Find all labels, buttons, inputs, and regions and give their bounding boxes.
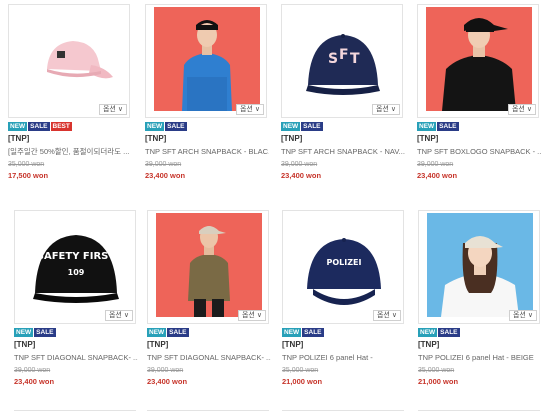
product-card[interactable]: 옵션 ∨ NEW SALE [TNP] TNP SFT ARCH SNAPBACK… xyxy=(145,4,271,180)
product-image[interactable]: 옵션 ∨ xyxy=(417,4,539,118)
product-name[interactable]: TNP SFT ARCH SNAPBACK - NAV... xyxy=(281,147,405,157)
product-name[interactable]: [일주일간 50%할인, 품절이되더라도 ... xyxy=(8,147,132,157)
model-beige-cap-image xyxy=(427,213,533,317)
product-card[interactable]: 옵션 ∨ NEW SALE BEST [TNP] [일주일간 50%할인, 품절이… xyxy=(8,4,134,180)
badge-sale: SALE xyxy=(28,122,50,131)
pink-cap-image xyxy=(17,7,123,111)
chevron-down-icon: ∨ xyxy=(117,105,123,113)
model-black-tee-image xyxy=(426,7,532,111)
svg-text:T: T xyxy=(350,51,360,67)
badge-sale: SALE xyxy=(437,122,459,131)
badge-new: NEW xyxy=(145,122,165,131)
badge-new: NEW xyxy=(417,122,437,131)
badge-sale: SALE xyxy=(302,328,324,337)
svg-text:SAFETY FIRST: SAFETY FIRST xyxy=(37,251,116,262)
product-card[interactable]: S F T 옵션 ∨ NEW SALE [TNP] TNP SFT ARCH SN… xyxy=(281,4,407,180)
badge-sale: SALE xyxy=(301,122,323,131)
product-image[interactable]: S F T 옵션 ∨ xyxy=(281,4,403,118)
original-price: 35,000 won xyxy=(282,367,319,374)
product-brand: [TNP] xyxy=(281,134,303,143)
product-name[interactable]: TNP SFT DIAGONAL SNAPBACK- ... xyxy=(14,353,138,363)
badge-new: NEW xyxy=(8,122,28,131)
next-row-card-edge xyxy=(147,410,269,418)
badge-sale: SALE xyxy=(167,328,189,337)
next-row-card-edge xyxy=(14,410,136,418)
option-select[interactable]: 옵션 ∨ xyxy=(508,310,537,321)
product-brand: [TNP] xyxy=(8,134,30,143)
sale-price: 23,400 won xyxy=(145,171,186,180)
product-card[interactable]: POLIZEI 옵션 ∨ NEW SALE [TNP] TNP POLIZEI 6… xyxy=(282,210,408,386)
badge-sale: SALE xyxy=(34,328,56,337)
chevron-down-icon: ∨ xyxy=(256,311,262,319)
option-select[interactable]: 옵션 ∨ xyxy=(104,310,133,321)
product-card[interactable]: 옵션 ∨ NEW SALE [TNP] TNP SFT BOXLOGO SNAPB… xyxy=(417,4,543,180)
original-price: 35,000 won xyxy=(418,367,455,374)
product-brand: [TNP] xyxy=(417,134,439,143)
product-name[interactable]: TNP SFT ARCH SNAPBACK - BLAC... xyxy=(145,147,269,157)
product-card[interactable]: 옵션 ∨ NEW SALE [TNP] TNP POLIZEI 6 panel H… xyxy=(418,210,544,386)
next-row-card-edge xyxy=(282,410,404,418)
product-brand: [TNP] xyxy=(14,340,36,349)
product-brand: [TNP] xyxy=(147,340,169,349)
sale-price: 23,400 won xyxy=(281,171,322,180)
svg-text:S: S xyxy=(328,51,338,67)
option-select[interactable]: 옵션 ∨ xyxy=(507,104,536,115)
svg-text:109: 109 xyxy=(68,268,85,277)
sale-price: 23,400 won xyxy=(14,377,55,386)
product-image[interactable]: 옵션 ∨ xyxy=(147,210,269,324)
polizei-cap-image: POLIZEI xyxy=(291,213,397,317)
product-brand: [TNP] xyxy=(282,340,304,349)
badge-new: NEW xyxy=(281,122,301,131)
product-image[interactable]: 옵션 ∨ xyxy=(418,210,540,324)
product-card[interactable]: SAFETY FIRST 109 옵션 ∨ NEW SALE [TNP] TNP … xyxy=(14,210,140,386)
option-select[interactable]: 옵션 ∨ xyxy=(98,104,127,115)
svg-text:F: F xyxy=(339,47,349,63)
original-price: 39,000 won xyxy=(417,161,454,168)
badge-new: NEW xyxy=(14,328,34,337)
sale-price: 17,500 won xyxy=(8,171,49,180)
product-image[interactable]: POLIZEI 옵션 ∨ xyxy=(282,210,404,324)
option-select[interactable]: 옵션 ∨ xyxy=(235,104,264,115)
chevron-down-icon: ∨ xyxy=(527,311,533,319)
navy-sft-cap-image: S F T xyxy=(290,7,396,111)
product-brand: [TNP] xyxy=(145,134,167,143)
original-price: 39,000 won xyxy=(145,161,182,168)
original-price: 39,000 won xyxy=(281,161,318,168)
chevron-down-icon: ∨ xyxy=(391,311,397,319)
product-brand: [TNP] xyxy=(418,340,440,349)
sale-price: 23,400 won xyxy=(417,171,458,180)
safety-first-cap-image: SAFETY FIRST 109 xyxy=(23,213,129,317)
option-select[interactable]: 옵션 ∨ xyxy=(371,104,400,115)
sale-price: 23,400 won xyxy=(147,377,188,386)
next-row-card-edge xyxy=(418,410,540,418)
product-card[interactable]: 옵션 ∨ NEW SALE [TNP] TNP SFT DIAGONAL SNAP… xyxy=(147,210,273,386)
model-olive-tee-image xyxy=(156,213,262,317)
product-name[interactable]: TNP POLIZEI 6 panel Hat - xyxy=(282,353,406,363)
sale-price: 21,000 won xyxy=(282,377,323,386)
product-image[interactable]: 옵션 ∨ xyxy=(145,4,267,118)
chevron-down-icon: ∨ xyxy=(123,311,129,319)
badge-best: BEST xyxy=(50,122,72,131)
badge-new: NEW xyxy=(147,328,167,337)
chevron-down-icon: ∨ xyxy=(254,105,260,113)
product-name[interactable]: TNP SFT DIAGONAL SNAPBACK- ... xyxy=(147,353,271,363)
original-price: 39,000 won xyxy=(14,367,51,374)
option-select[interactable]: 옵션 ∨ xyxy=(237,310,266,321)
product-name[interactable]: TNP SFT BOXLOGO SNAPBACK - ... xyxy=(417,147,541,157)
product-image[interactable]: 옵션 ∨ xyxy=(8,4,130,118)
model-blue-tee-image xyxy=(154,7,260,111)
product-name[interactable]: TNP POLIZEI 6 panel Hat - BEIGE xyxy=(418,353,542,363)
sale-price: 21,000 won xyxy=(418,377,459,386)
svg-text:POLIZEI: POLIZEI xyxy=(327,258,362,267)
badge-sale: SALE xyxy=(438,328,460,337)
badge-new: NEW xyxy=(418,328,438,337)
original-price: 35,000 won xyxy=(8,161,45,168)
product-image[interactable]: SAFETY FIRST 109 옵션 ∨ xyxy=(14,210,136,324)
badge-new: NEW xyxy=(282,328,302,337)
badge-sale: SALE xyxy=(165,122,187,131)
original-price: 39,000 won xyxy=(147,367,184,374)
chevron-down-icon: ∨ xyxy=(526,105,532,113)
option-select[interactable]: 옵션 ∨ xyxy=(372,310,401,321)
chevron-down-icon: ∨ xyxy=(390,105,396,113)
